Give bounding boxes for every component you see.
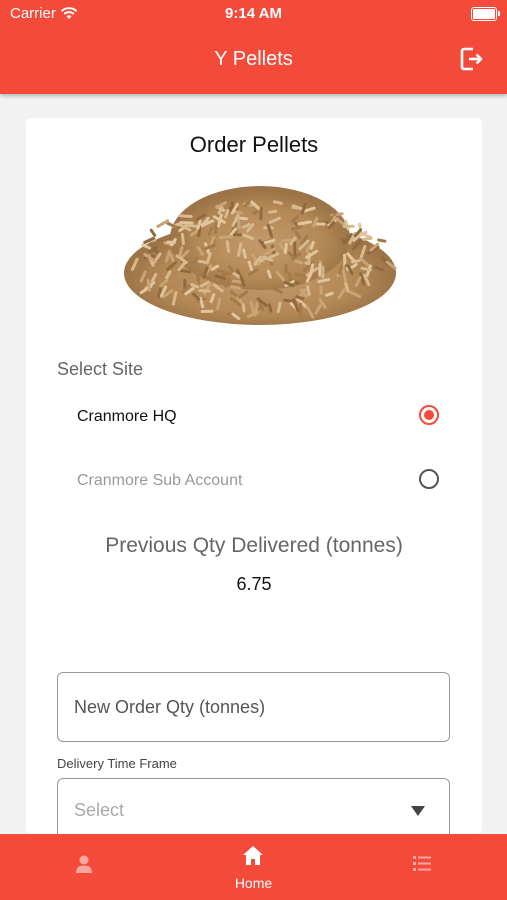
order-card: Order Pellets Select Site Cranmore HQ Cr… <box>26 118 482 838</box>
tab-profile[interactable] <box>0 834 169 900</box>
site-option-label: Cranmore Sub Account <box>77 472 243 489</box>
status-time: 9:14 AM <box>225 5 282 22</box>
previous-qty-label: Previous Qty Delivered (tonnes) <box>105 534 403 557</box>
chevron-down-icon <box>411 806 425 816</box>
delivery-time-frame-select[interactable]: Select <box>57 778 450 838</box>
logout-icon[interactable] <box>459 46 485 72</box>
person-icon <box>76 855 92 873</box>
tab-orders-list[interactable] <box>338 834 507 900</box>
delivery-time-frame-label: Delivery Time Frame <box>57 756 177 771</box>
home-icon <box>243 846 263 865</box>
tab-home[interactable]: Home <box>169 834 338 900</box>
app-header: Carrier 9:14 AM Y Pellets <box>0 0 507 94</box>
radio-selected-icon[interactable] <box>419 405 439 425</box>
site-option-label: Cranmore HQ <box>77 408 177 425</box>
wood-pellets-image <box>124 186 397 325</box>
previous-qty-value: 6.75 <box>236 574 272 594</box>
new-order-qty-input[interactable] <box>57 672 450 742</box>
status-bar: Carrier 9:14 AM <box>0 0 507 28</box>
battery-icon <box>471 7 500 21</box>
site-option-cranmore-sub-account[interactable]: Cranmore Sub Account <box>77 467 439 497</box>
tab-label: Home <box>234 875 273 891</box>
card-title: Order Pellets <box>189 132 319 157</box>
radio-unselected-icon[interactable] <box>419 469 439 489</box>
tab-bar: Home <box>0 834 507 900</box>
page-title: Y Pellets <box>214 48 293 70</box>
list-icon <box>413 856 431 871</box>
delivery-select-value: Select <box>74 800 125 820</box>
site-option-cranmore-hq[interactable]: Cranmore HQ <box>77 403 439 433</box>
select-site-label: Select Site <box>57 359 144 379</box>
